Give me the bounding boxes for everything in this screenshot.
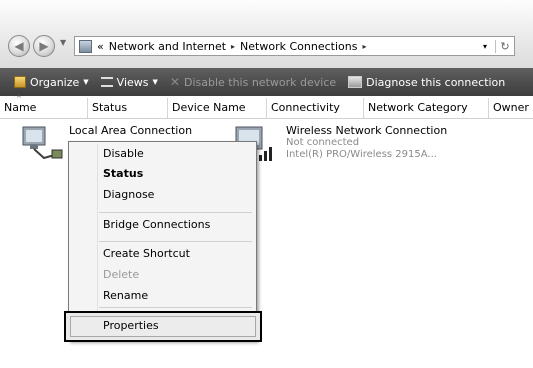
menu-item-diagnose[interactable]: Diagnose (103, 188, 154, 201)
diagnose-connection-button[interactable]: Diagnose this connection (342, 76, 511, 89)
properties-highlight-box (64, 311, 262, 342)
organize-label: Organize (30, 75, 80, 89)
views-icon (100, 77, 113, 87)
control-panel-icon (79, 39, 92, 53)
chevron-down-icon: ▼ (83, 78, 89, 86)
forward-arrow-icon: ▶ (39, 39, 49, 53)
disable-device-icon: ✕ (169, 75, 180, 89)
network-adapter-icon (22, 126, 63, 160)
connection-status: Not connected (286, 137, 360, 148)
column-header-label: Owner (493, 101, 529, 114)
menu-separator (99, 307, 252, 308)
menu-item-status[interactable]: Status (103, 167, 143, 180)
menu-item-hover-background (70, 316, 256, 337)
address-overflow-chevron[interactable]: « (97, 40, 104, 53)
window-chrome: ◀ ▶ ▼ « Network and Internet ▸ Network C… (0, 0, 533, 68)
back-button[interactable]: ◀ (8, 35, 30, 57)
organize-icon (14, 76, 26, 88)
menu-item-delete[interactable]: Delete (103, 268, 139, 281)
column-header-device-name[interactable]: Device Name (168, 98, 267, 118)
column-header-row: ^ Name Status Device Name Connectivity N… (0, 95, 533, 119)
back-arrow-icon: ◀ (14, 39, 24, 53)
menu-item-create-shortcut[interactable]: Create Shortcut (103, 247, 190, 260)
column-header-owner[interactable]: Owner (489, 98, 533, 118)
breadcrumb-network-and-internet[interactable]: Network and Internet (109, 40, 226, 53)
recent-pages-dropdown-icon[interactable]: ▼ (60, 38, 66, 47)
connection-name: Wireless Network Connection (286, 124, 448, 137)
breadcrumb-network-connections[interactable]: Network Connections (240, 40, 357, 53)
menu-item-bridge-connections[interactable]: Bridge Connections (103, 218, 210, 231)
disable-device-label: Disable this network device (183, 75, 337, 89)
connection-device-name: Intel(R) PRO/Wireless 2915A... (286, 149, 437, 160)
breadcrumb-separator-icon[interactable]: ▸ (231, 42, 235, 51)
address-bar[interactable]: « Network and Internet ▸ Network Connect… (74, 36, 515, 56)
views-button[interactable]: Views ▼ (95, 76, 164, 89)
column-header-label: Status (92, 101, 128, 114)
list-item-wireless-network-connection[interactable]: Wireless Network Connection Not connecte… (232, 120, 472, 170)
address-dropdown-icon[interactable]: ▾ (483, 42, 487, 51)
refresh-icon[interactable]: ↻ (495, 39, 514, 53)
forward-button[interactable]: ▶ (33, 35, 55, 57)
column-header-label: Device Name (172, 101, 246, 114)
menu-item-properties[interactable]: Properties (103, 319, 159, 332)
sort-ascending-icon: ^ (16, 95, 22, 103)
views-label: Views (116, 75, 149, 89)
menu-separator (99, 241, 252, 242)
menu-item-rename[interactable]: Rename (103, 289, 148, 302)
menu-item-disable[interactable]: Disable (103, 147, 144, 160)
column-header-connectivity[interactable]: Connectivity (267, 98, 364, 118)
column-header-name[interactable]: ^ Name (0, 95, 88, 118)
disable-device-button[interactable]: ✕ Disable this network device (164, 75, 342, 89)
diagnose-connection-label: Diagnose this connection (366, 75, 506, 89)
column-header-label: Connectivity (271, 101, 340, 114)
chevron-down-icon: ▼ (152, 78, 158, 86)
menu-separator (99, 212, 252, 213)
connection-name: Local Area Connection (69, 124, 193, 137)
column-header-label: Network Category (368, 101, 468, 114)
command-bar: Organize ▼ Views ▼ ✕ Disable this networ… (0, 68, 533, 96)
menu-icon-gutter (97, 144, 98, 338)
diagnose-icon (348, 76, 363, 88)
column-header-network-category[interactable]: Network Category (364, 98, 489, 118)
column-header-status[interactable]: Status (88, 98, 168, 118)
organize-button[interactable]: Organize ▼ (0, 76, 95, 89)
breadcrumb-separator-icon[interactable]: ▸ (362, 42, 366, 51)
